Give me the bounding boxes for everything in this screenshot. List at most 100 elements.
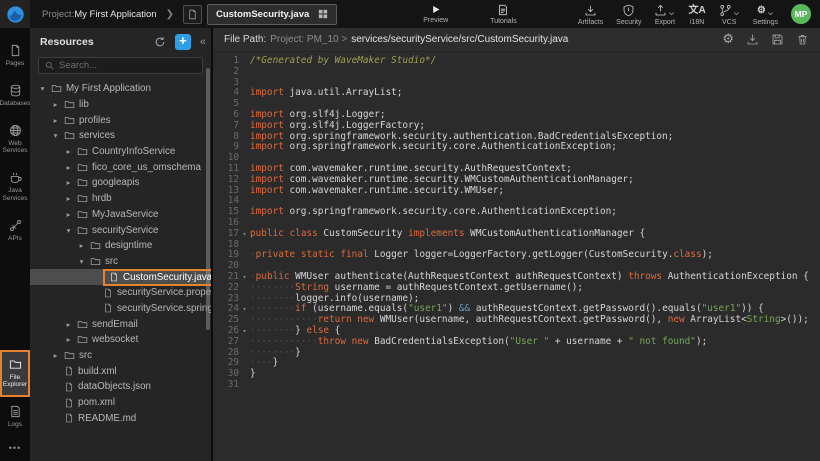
editor-delete-icon[interactable] xyxy=(796,33,809,46)
sidebar-item-file-explorer[interactable]: File Explorer xyxy=(0,350,30,398)
file-icon xyxy=(64,382,74,392)
folder-icon xyxy=(64,350,75,361)
security-button[interactable]: Security xyxy=(616,3,641,26)
tree-item-websocket[interactable]: ▸websocket xyxy=(30,332,211,348)
tree-item-dataobjects-json[interactable]: dataObjects.json xyxy=(30,379,211,395)
tree-item-src[interactable]: ▾src xyxy=(30,254,211,270)
code-line-17: 17▾public class CustomSecurity implement… xyxy=(213,229,820,240)
tree-item-label: src xyxy=(79,350,92,361)
chevron-right-icon[interactable]: ▸ xyxy=(64,147,73,156)
file-icon-button[interactable] xyxy=(183,5,202,24)
page-icon xyxy=(9,44,22,57)
fold-arrow-icon[interactable]: ▾ xyxy=(239,272,250,283)
tree-item-label: googleapis xyxy=(92,177,139,188)
tree-item-securityservice-spring-xml[interactable]: securityService.spring.xml xyxy=(30,301,211,317)
shield-icon-row xyxy=(622,3,635,17)
chevron-down-icon[interactable]: ▾ xyxy=(51,131,60,140)
chevron-right-icon[interactable]: ▸ xyxy=(64,320,73,329)
tutorials-button[interactable]: Tutorials xyxy=(490,4,517,25)
code-text: ·private static final Logger logger=Logg… xyxy=(250,250,713,261)
tree-item-securityservice-properties[interactable]: securityService.properties xyxy=(30,285,211,301)
folder-icon xyxy=(77,319,88,330)
tree-item-securityservice[interactable]: ▾securityService xyxy=(30,222,211,238)
download-icon xyxy=(584,4,597,17)
fold-arrow-icon[interactable]: ▾ xyxy=(239,304,250,315)
sidebar-item-apis[interactable]: APIs xyxy=(0,211,30,251)
tree-item-label: CustomSecurity.java xyxy=(123,272,211,283)
tree-item-pom-xml[interactable]: pom.xml xyxy=(30,395,211,411)
wavemaker-logo-icon[interactable] xyxy=(0,0,30,28)
chevron-down-icon[interactable]: ▾ xyxy=(64,226,73,235)
artifacts-button[interactable]: Artifacts xyxy=(578,3,603,26)
tree-scrollbar[interactable] xyxy=(206,68,210,330)
project-name: My First Application xyxy=(74,9,156,20)
code-line-19: 19·private static final Logger logger=Lo… xyxy=(213,250,820,261)
tree-item-hrdb[interactable]: ▸hrdb xyxy=(30,191,211,207)
sidebar-item-pages[interactable]: Pages xyxy=(0,36,30,76)
chevron-right-icon[interactable]: ▸ xyxy=(64,163,73,172)
security-label: Security xyxy=(616,19,641,26)
add-resource-button[interactable]: + xyxy=(175,34,191,50)
editor-download-icon[interactable] xyxy=(746,33,759,46)
chevron-right-icon[interactable]: ▸ xyxy=(51,351,60,360)
fold-arrow-icon[interactable]: ▾ xyxy=(239,326,250,337)
caret-icon xyxy=(767,10,774,17)
search-input[interactable] xyxy=(59,60,196,71)
editor-actions: ⚙ xyxy=(722,33,809,46)
tree-item-sendemail[interactable]: ▸ sendEmail xyxy=(30,316,211,332)
user-avatar[interactable]: MP xyxy=(791,4,811,24)
editor-save-icon[interactable] xyxy=(771,33,784,46)
tree-item-fico-core-us-omschema[interactable]: ▸ fico_core_us_omschema xyxy=(30,159,211,175)
main-area: PagesDatabasesWeb ServicesJava ServicesA… xyxy=(0,28,820,461)
chevron-down-icon[interactable]: ▾ xyxy=(77,257,86,266)
tree-item-customsecurity-java[interactable]: CustomSecurity.java xyxy=(30,269,211,285)
grid-icon[interactable] xyxy=(318,9,328,19)
chevron-right-icon[interactable]: ▸ xyxy=(64,194,73,203)
tree-item-my-first-application[interactable]: ▾My First Application xyxy=(30,81,211,97)
database-icon xyxy=(9,84,22,97)
topbar: Project:My First Application ❯ CustomSec… xyxy=(0,0,820,28)
sidebar-item-java-services[interactable]: Java Services xyxy=(0,163,30,211)
sidebar-item-web-services[interactable]: Web Services xyxy=(0,116,30,164)
chevron-right-icon[interactable]: ▸ xyxy=(64,335,73,344)
tree-item-designtime[interactable]: ▸designtime xyxy=(30,238,211,254)
sidebar-item-databases[interactable]: Databases xyxy=(0,76,30,116)
tree-item-profiles[interactable]: ▸profiles xyxy=(30,112,211,128)
editor-settings-icon[interactable]: ⚙ xyxy=(722,33,734,46)
chevron-right-icon[interactable]: ▸ xyxy=(77,241,86,250)
sidebar-item-logs[interactable]: Logs xyxy=(0,397,30,437)
tree-item-src[interactable]: ▸ src xyxy=(30,348,211,364)
tree-item-lib[interactable]: ▸lib xyxy=(30,97,211,113)
preview-button[interactable]: Preview xyxy=(423,4,448,24)
more-menu-button[interactable]: ••• xyxy=(0,437,30,461)
settings-button[interactable]: ⚙Settings xyxy=(753,3,778,26)
refresh-icon[interactable] xyxy=(154,36,166,48)
chevron-down-icon[interactable]: ▾ xyxy=(38,84,47,93)
chevron-right-icon[interactable]: ▸ xyxy=(64,178,73,187)
tree-item-label: sendEmail xyxy=(92,319,138,330)
tree-item-label: fico_core_us_omschema xyxy=(92,162,201,173)
fold-arrow-icon[interactable]: ▾ xyxy=(239,229,250,240)
code-text: import java.util.ArrayList; xyxy=(250,88,402,99)
tab-customsecurity-java[interactable]: CustomSecurity.java xyxy=(207,4,337,25)
vcs-button[interactable]: VCS xyxy=(719,3,740,26)
chevron-right-icon[interactable]: ▸ xyxy=(64,210,73,219)
tree-item-googleapis[interactable]: ▸ googleapis xyxy=(30,175,211,191)
code-area[interactable]: 1/*Generated by WaveMaker Studio*/234imp… xyxy=(213,52,820,461)
project-label: Project: xyxy=(42,9,74,20)
tree-item-label: README.md xyxy=(78,413,136,424)
tree-item-readme-md[interactable]: README.md xyxy=(30,410,211,426)
folder-icon xyxy=(90,256,101,267)
collapse-panel-icon[interactable]: « xyxy=(200,36,206,48)
tree-item-build-xml[interactable]: build.xml xyxy=(30,363,211,379)
tree-item-services[interactable]: ▾services xyxy=(30,128,211,144)
i18n-button[interactable]: 文Ai18N xyxy=(688,3,705,26)
tree-item-countryinfoservice[interactable]: ▸CountryInfoService xyxy=(30,144,211,160)
chevron-right-icon[interactable]: ▸ xyxy=(51,100,60,109)
chevron-right-icon[interactable]: ▸ xyxy=(51,116,60,125)
logs-label: Logs xyxy=(8,421,22,429)
export-button[interactable]: Export xyxy=(654,3,675,26)
folder-icon xyxy=(77,177,88,188)
folder-icon xyxy=(77,193,88,204)
tree-item-myjavaservice[interactable]: ▸MyJavaService xyxy=(30,207,211,223)
